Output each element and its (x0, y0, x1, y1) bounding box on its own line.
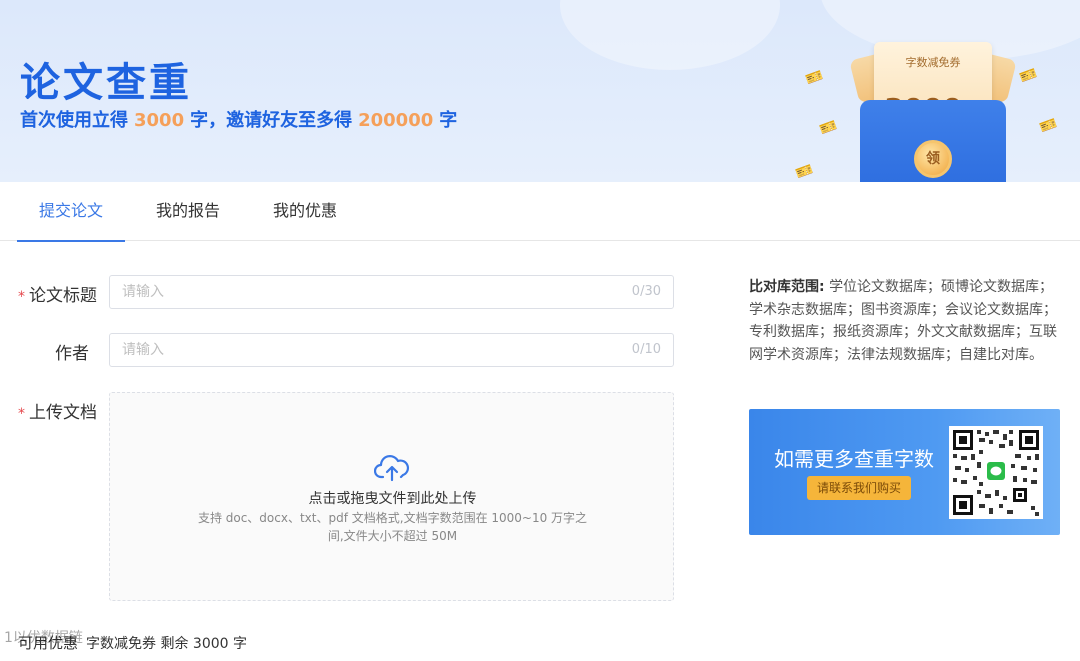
required-mark: * (18, 406, 25, 422)
coupon-illustration[interactable]: 字数减免券 3000 字 领 (849, 40, 1017, 182)
available-coupon-value[interactable]: 字数减免券 剩余 3000 字 (86, 636, 247, 652)
subtitle-mid: 字，邀请好友至多得 (190, 110, 353, 131)
banner-subtitle: 首次使用立得 3000 字，邀请好友至多得 200000 字 (20, 106, 457, 132)
upload-label-text: 上传文档 (29, 403, 97, 423)
tab-submit-paper[interactable]: 提交论文 (16, 182, 126, 242)
required-mark: * (18, 289, 25, 305)
title-char-counter: 0/30 (631, 284, 661, 299)
title-field-label: * 论文标题 (18, 281, 97, 306)
qr-code-icon (949, 426, 1043, 519)
ticket-icon: 🎫 (1037, 115, 1060, 137)
coupon-label: 字数减免券 (905, 56, 961, 69)
subtitle-suffix: 字 (439, 110, 458, 131)
title-field[interactable]: 0/30 (109, 275, 674, 309)
upload-hint-line1: 支持 doc、docx、txt、pdf 文档格式,文档字数范围在 1000~10… (197, 511, 588, 525)
first-use-amount: 3000 (134, 110, 185, 131)
upload-dropzone[interactable]: 点击或拖曳文件到此处上传 支持 doc、docx、txt、pdf 文档格式,文档… (109, 392, 674, 601)
tab-bar: 提交论文 我的报告 我的优惠 (0, 182, 1080, 242)
subtitle-prefix: 首次使用立得 (20, 110, 128, 131)
upload-hint-line2: 间,文件大小不超过 50M (327, 529, 458, 543)
cloud-upload-icon (374, 455, 410, 482)
page-title: 论文查重 (20, 60, 192, 106)
upload-hint: 支持 doc、docx、txt、pdf 文档格式,文档字数范围在 1000~10… (180, 509, 605, 545)
invite-amount: 200000 (358, 110, 434, 131)
ticket-icon: 🎫 (1017, 65, 1040, 87)
promo-banner: 论文查重 首次使用立得 3000 字，邀请好友至多得 200000 字 🎫 🎫 🎫 🎫 … (0, 0, 1080, 182)
purchase-promo-card: 如需更多查重字数 请联系我们购买 (749, 409, 1060, 535)
ticket-icon: 🎫 (817, 117, 840, 139)
claim-coin-button[interactable]: 领 (914, 140, 952, 178)
watermark-text: 1以优数据链 (4, 630, 83, 646)
title-label-text: 论文标题 (29, 286, 97, 306)
tab-my-offers[interactable]: 我的优惠 (273, 182, 337, 241)
ticket-icon: 🎫 (793, 161, 816, 182)
upload-field-label: * 上传文档 (18, 398, 97, 423)
contact-purchase-button[interactable]: 请联系我们购买 (807, 476, 911, 500)
promo-title: 如需更多查重字数 (774, 447, 934, 471)
author-char-counter: 0/10 (631, 342, 661, 357)
banner-decoration (560, 0, 780, 70)
author-input[interactable] (122, 334, 602, 366)
author-field-label: 作者 (55, 344, 89, 364)
upload-main-text: 点击或拖曳文件到此处上传 (308, 491, 477, 507)
title-input[interactable] (122, 276, 602, 308)
database-range-info: 比对库范围: 学位论文数据库；硕博论文数据库；学术杂志数据库；图书资源库；会议论… (749, 276, 1061, 366)
ticket-icon: 🎫 (803, 67, 826, 89)
author-field[interactable]: 0/10 (109, 333, 674, 367)
database-range-label: 比对库范围: (749, 279, 825, 295)
tab-my-reports[interactable]: 我的报告 (156, 182, 220, 241)
